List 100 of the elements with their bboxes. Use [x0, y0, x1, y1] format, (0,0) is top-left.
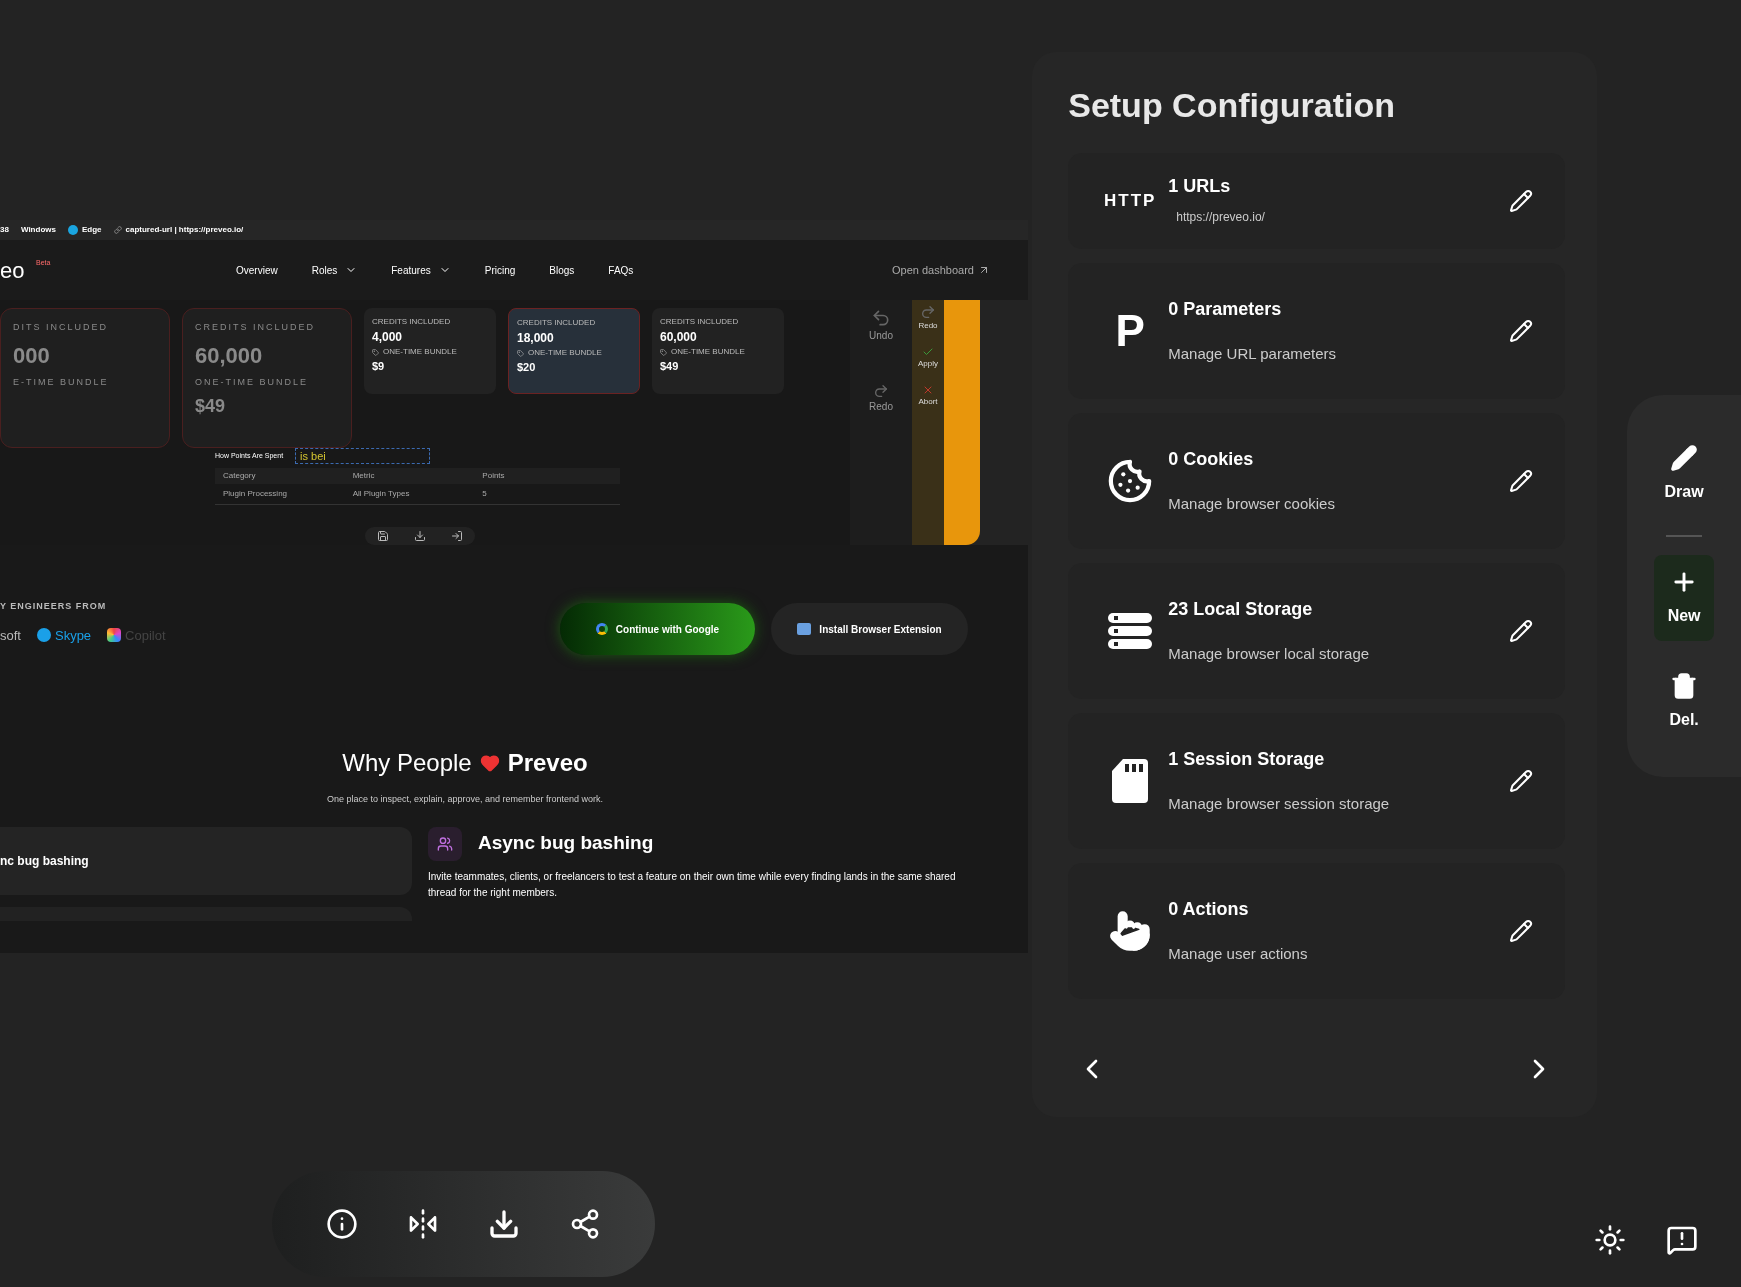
- card-title: 0 Parameters: [1168, 298, 1283, 322]
- tool-button[interactable]: Del.: [1654, 659, 1715, 745]
- pencil-icon: [1509, 319, 1534, 343]
- tag-icon: [517, 349, 524, 357]
- table-cell-text: Plugin Processing: [223, 488, 289, 500]
- heart-icon: [479, 753, 500, 773]
- nav-link[interactable]: Features: [391, 262, 451, 278]
- credits-amount: 60,000: [660, 329, 698, 346]
- site-logo: eo: [0, 256, 26, 285]
- price: $49: [660, 359, 680, 374]
- bundle-label: ONE-TIME BUNDLE: [528, 347, 602, 359]
- credits-label: DITS INCLUDED: [13, 321, 109, 334]
- card-subtitle: Manage browser cookies: [1168, 494, 1336, 515]
- price: $20: [517, 360, 537, 375]
- browser-logo-icon: [67, 225, 78, 235]
- cookie-icon: [1107, 458, 1154, 504]
- feedback-icon[interactable]: [1666, 1224, 1698, 1256]
- pencil-icon: [1509, 619, 1534, 643]
- company-logo: Skype: [36, 625, 92, 645]
- nav-link[interactable]: Pricing: [484, 262, 516, 278]
- undo-icon: [871, 308, 891, 328]
- column-header: Category: [223, 470, 257, 482]
- tool-label: Redo: [869, 400, 893, 414]
- pencil-icon: [1509, 769, 1534, 793]
- feature-tab[interactable]: nc bug bashing: [0, 826, 412, 895]
- price: $9: [372, 359, 386, 374]
- p-letter-icon: P: [1115, 309, 1145, 353]
- section-heading: Why People: [342, 748, 472, 778]
- storage-stack-icon: [1107, 612, 1154, 650]
- pencil-icon: [1509, 189, 1534, 213]
- tag-icon: [372, 348, 379, 356]
- card-title: 1 Session Storage: [1168, 748, 1326, 772]
- credits-label: CREDITS INCLUDED: [517, 317, 597, 329]
- info-label: Edge: [81, 224, 102, 236]
- copilot-logo-icon: [107, 628, 122, 643]
- nav-link[interactable]: Blogs: [549, 262, 575, 278]
- card-title: 0 Cookies: [1168, 448, 1255, 472]
- credits-amount: 18,000: [517, 330, 555, 347]
- price: $49: [195, 395, 227, 418]
- check-icon: [922, 346, 934, 358]
- nav-link[interactable]: Overview: [236, 262, 278, 278]
- credits-label: CREDITS INCLUDED: [195, 321, 316, 334]
- tool-label: Abort: [918, 396, 938, 408]
- credits-label: CREDITS INCLUDED: [660, 316, 740, 328]
- feature-title: Async bug bashing: [478, 831, 654, 856]
- brand-name: Preveo: [507, 748, 588, 778]
- bundle-label: ONE-TIME BUNDLE: [195, 375, 309, 389]
- info-icon[interactable]: [326, 1208, 359, 1240]
- sun-icon[interactable]: [1594, 1224, 1626, 1256]
- tool-button[interactable]: New: [1654, 555, 1715, 641]
- pricing-card[interactable]: CREDITS INCLUDED 18,000 ONE-TIME BUNDLE $20: [508, 308, 640, 394]
- card-title: 23 Local Storage: [1168, 598, 1314, 622]
- users-icon: [437, 835, 453, 852]
- google-sign-in-button[interactable]: Continue with Google: [560, 603, 755, 655]
- skype-logo-icon: [36, 628, 51, 643]
- pricing-card[interactable]: CREDITS INCLUDED 60,000 ONE-TIME BUNDLE $49: [652, 308, 784, 394]
- card-subtitle: Manage user actions: [1168, 944, 1309, 965]
- column-header: Points: [482, 470, 506, 482]
- save-icon[interactable]: [377, 530, 390, 542]
- open-dashboard-link[interactable]: Open dashboard: [892, 261, 990, 279]
- info-label: captured-url | https://preveo.io/: [125, 224, 244, 236]
- tool-label: Apply: [918, 358, 938, 370]
- card-subtitle: Manage URL parameters: [1168, 344, 1338, 365]
- credits-amount: 4,000: [372, 329, 404, 346]
- nav-link[interactable]: Roles: [311, 262, 358, 278]
- download-icon[interactable]: [414, 530, 426, 542]
- table-cell-text: All Plugin Types: [352, 488, 411, 500]
- tool-label: Undo: [869, 329, 893, 343]
- info-label: Windows: [20, 224, 56, 236]
- info-label: 38: [0, 224, 9, 236]
- card-title: 1 URLs: [1168, 175, 1232, 198]
- text-input[interactable]: is bei: [295, 448, 431, 464]
- memory-card-icon: [1111, 758, 1150, 804]
- pencil-icon: [1670, 444, 1699, 472]
- card-subtitle: Manage browser local storage: [1168, 644, 1371, 665]
- bundle-label: ONE-TIME BUNDLE: [383, 346, 457, 358]
- pricing-card[interactable]: CREDITS INCLUDED 4,000 ONE-TIME BUNDLE $9: [364, 308, 496, 394]
- credits-amount: 000: [13, 341, 51, 370]
- http-icon: HTTP: [1104, 188, 1157, 214]
- nav-link[interactable]: FAQs: [608, 262, 634, 278]
- credits-label: CREDITS INCLUDED: [372, 316, 452, 328]
- download-icon[interactable]: [487, 1208, 520, 1240]
- bundle-label: ONE-TIME BUNDLE: [671, 346, 745, 358]
- google-logo-icon: [595, 623, 608, 635]
- tool-button[interactable]: Draw: [1654, 431, 1715, 517]
- install-extension-button[interactable]: Install Browser Extension: [771, 603, 968, 655]
- column-header: Metric: [352, 470, 376, 482]
- engineers-label: Y ENGINEERS FROM: [0, 600, 108, 613]
- link-icon: [113, 226, 122, 234]
- card-subtitle: https://preveo.io/: [1175, 209, 1266, 226]
- panel-title: Setup Configuration: [1068, 85, 1396, 126]
- pencil-icon: [1509, 919, 1534, 943]
- credits-amount: 60,000: [195, 341, 264, 370]
- extension-icon: [797, 623, 812, 635]
- card-title: 0 Actions: [1168, 898, 1250, 922]
- redo-icon: [920, 304, 936, 320]
- exit-icon[interactable]: [450, 530, 463, 542]
- feature-description: Invite teammates, clients, or freelancers to test a feature on their own time while every finding lands in the same shared thread for the right members.: [428, 869, 957, 900]
- company-logo: soft: [0, 626, 21, 645]
- table-cell-text: 5: [482, 488, 488, 500]
